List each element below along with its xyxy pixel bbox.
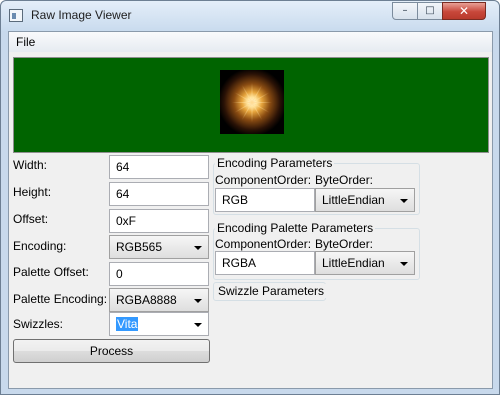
image-preview	[13, 57, 489, 153]
byte-order-select-value: LittleEndian	[322, 193, 385, 207]
palette-byte-order-select-value: LittleEndian	[322, 256, 385, 270]
palette-encoding-select-value: RGBA8888	[116, 293, 177, 307]
process-button[interactable]: Process	[13, 339, 210, 363]
encoding-label: Encoding:	[13, 239, 67, 253]
encoding-select[interactable]: RGB565	[109, 235, 209, 259]
chevron-down-icon	[400, 199, 408, 203]
close-button[interactable]: ✕	[442, 2, 486, 20]
chevron-down-icon	[194, 246, 202, 250]
palette-offset-label: Palette Offset:	[13, 265, 89, 279]
swizzle-parameters-title: Swizzle Parameters	[216, 284, 327, 298]
window-title: Raw Image Viewer	[31, 8, 132, 22]
menu-file[interactable]: File	[16, 35, 35, 49]
height-label: Height:	[13, 185, 52, 199]
minimize-button[interactable]: –	[392, 2, 418, 20]
menu-bar: File	[9, 32, 492, 52]
width-input[interactable]: 64	[109, 155, 209, 179]
client-area: File Width: 64 Height: 64 Offset: 0xF En…	[8, 31, 493, 389]
palette-encoding-select[interactable]: RGBA8888	[109, 288, 209, 312]
swizzles-label: Swizzles:	[13, 317, 64, 331]
swizzles-select-value: Vita	[116, 317, 139, 331]
palette-byte-order-select[interactable]: LittleEndian	[315, 251, 415, 275]
chevron-down-icon	[194, 299, 202, 303]
swizzles-select[interactable]: Vita	[109, 312, 209, 336]
encoding-select-value: RGB565	[116, 240, 163, 254]
palette-byte-order-label: ByteOrder:	[315, 237, 374, 251]
offset-label: Offset:	[13, 212, 49, 226]
palette-component-order-input[interactable]: RGBA	[215, 251, 315, 275]
app-window: Raw Image Viewer – □ ✕ File Width: 64 He…	[0, 0, 500, 395]
byte-order-label: ByteOrder:	[315, 173, 374, 187]
height-input[interactable]: 64	[109, 182, 209, 206]
offset-input[interactable]: 0xF	[109, 209, 209, 233]
palette-component-order-label: ComponentOrder:	[215, 237, 312, 251]
palette-offset-input[interactable]: 0	[109, 262, 209, 286]
encoding-parameters-title: Encoding Parameters	[215, 156, 335, 170]
width-label: Width:	[13, 158, 48, 172]
title-bar[interactable]: Raw Image Viewer – □ ✕	[1, 1, 499, 31]
window-icon	[9, 9, 23, 22]
byte-order-select[interactable]: LittleEndian	[315, 188, 415, 212]
palette-parameters-title: Encoding Palette Parameters	[215, 221, 376, 235]
component-order-label: ComponentOrder:	[215, 173, 312, 187]
maximize-button[interactable]: □	[417, 2, 443, 20]
chevron-down-icon	[194, 323, 202, 327]
chevron-down-icon	[400, 262, 408, 266]
component-order-input[interactable]: RGB	[215, 188, 315, 212]
palette-encoding-label: Palette Encoding:	[13, 292, 108, 306]
